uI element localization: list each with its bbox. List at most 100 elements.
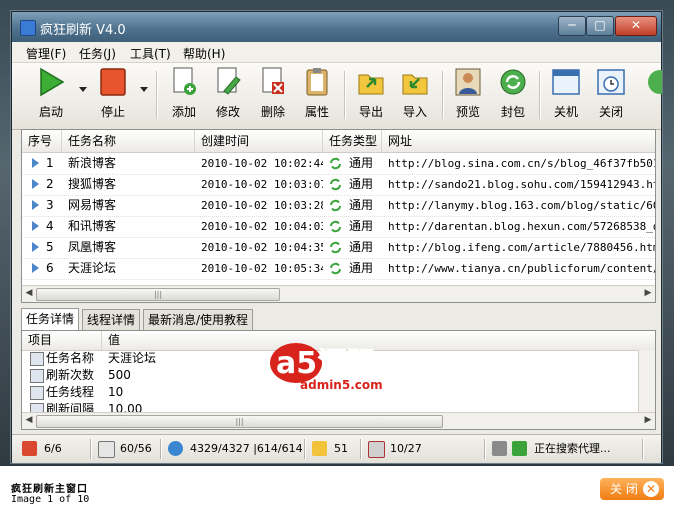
table-row[interactable]: 2 搜狐博客 2010-10-02 10:03:07 通用 http://sando21… (22, 174, 655, 196)
start-dropdown-icon[interactable] (79, 87, 87, 92)
scroll-left-icon[interactable]: ◀ (24, 288, 34, 299)
column-header-type[interactable]: 任务类型 (323, 130, 382, 152)
shutdown-button[interactable]: 关机 (546, 67, 586, 123)
task-name: 新浪博客 (68, 156, 117, 170)
close-task-button[interactable]: 关闭 (591, 67, 631, 123)
menu-manage[interactable]: 管理(F) (26, 45, 66, 62)
status-divider (642, 439, 644, 459)
start-button[interactable]: 启动 (31, 67, 71, 123)
column-header-no[interactable]: 序号 (22, 130, 62, 152)
trash-icon (492, 441, 507, 456)
tab-thread-details[interactable]: 线程详情 (82, 309, 141, 330)
task-table-hscrollbar[interactable]: ◀ ||| ▶ (22, 285, 655, 302)
column-header-url[interactable]: 网址 (382, 130, 655, 152)
task-no: 3 (46, 198, 54, 212)
task-created-time: 2010-10-02 10:03:07 (201, 178, 323, 191)
task-no: 1 (46, 156, 54, 170)
tab-task-details[interactable]: 任务详情 (21, 308, 80, 331)
title-bar[interactable]: 疯狂刷新 V4.0 ─ □ ✕ (12, 12, 661, 42)
scroll-left-icon[interactable]: ◀ (24, 415, 34, 426)
task-arrow-icon (32, 200, 39, 210)
task-type: 通用 (349, 156, 374, 170)
task-table-header: 序号 任务名称 创建时间 任务类型 网址 (22, 130, 655, 153)
shutdown-window-icon (552, 69, 580, 95)
table-row[interactable]: 5 凤凰博客 2010-10-02 10:04:35 通用 http://blog.if… (22, 237, 655, 259)
task-arrow-icon (32, 221, 39, 231)
more-toolbar-button[interactable] (642, 67, 662, 123)
export-button[interactable]: 导出 (351, 67, 391, 123)
task-created-time: 2010-10-02 10:03:28 (201, 199, 323, 212)
toolbar: 启动 停止 添加 修改 删除 属性 导出 导入 预览 封包 关机 关闭 (12, 63, 662, 130)
gallery-close-button[interactable]: 关 闭 ✕ (600, 478, 664, 500)
add-button[interactable]: 添加 (164, 67, 204, 123)
task-created-time: 2010-10-02 10:02:44 (201, 157, 323, 170)
task-type-cell: 通用 (329, 174, 382, 195)
status-divider (304, 439, 306, 459)
column-header-name[interactable]: 任务名称 (62, 130, 195, 152)
scroll-thumb[interactable]: ||| (36, 288, 280, 301)
task-url: http://darentan.blog.hexun.com/57268538_… (388, 220, 655, 233)
close-window-button[interactable]: ✕ (615, 16, 657, 36)
task-arrow-icon (32, 158, 39, 168)
delete-button[interactable]: 删除 (253, 67, 293, 123)
package-button[interactable]: 封包 (493, 67, 533, 123)
table-row[interactable]: 1 新浪博客 2010-10-02 10:02:44 通用 http://blog.si… (22, 153, 655, 175)
export-folder-icon (358, 74, 384, 95)
import-button[interactable]: 导入 (395, 67, 435, 123)
properties-button[interactable]: 属性 (297, 67, 337, 123)
task-no: 6 (46, 261, 54, 275)
detail-value: 天涯论坛 (108, 351, 157, 365)
menu-help[interactable]: 帮助(H) (183, 45, 225, 62)
task-no: 4 (46, 219, 54, 233)
scroll-right-icon[interactable]: ▶ (643, 288, 653, 299)
menu-task[interactable]: 任务(J) (79, 45, 116, 62)
menu-tools[interactable]: 工具(T) (130, 45, 171, 62)
clipboard-status-icon (98, 441, 115, 458)
status-bar: 6/6 60/56 4329/4327 |614/614 51 10/27 正在… (12, 434, 661, 463)
tab-latest-news[interactable]: 最新消息/使用教程 (143, 309, 254, 330)
detail-vscrollbar[interactable] (638, 350, 655, 413)
task-url: http://www.tianya.cn/publicforum/content… (388, 262, 655, 275)
column-header-time[interactable]: 创建时间 (195, 130, 323, 152)
stop-button[interactable]: 停止 (93, 67, 133, 123)
calendar-icon (22, 441, 37, 456)
task-url: http://lanymy.blog.163.com/blog/static/6… (388, 199, 655, 212)
task-name: 天涯论坛 (68, 261, 117, 275)
edit-button[interactable]: 修改 (208, 67, 248, 123)
stop-icon (100, 68, 126, 96)
task-table: 序号 任务名称 创建时间 任务类型 网址 1 新浪博客 2010-10-02 10:… (21, 129, 656, 303)
refresh-icon (330, 199, 341, 212)
app-window: 疯狂刷新 V4.0 ─ □ ✕ 管理(F) 任务(J) 工具(T) 帮助(H) … (11, 11, 662, 463)
task-url: http://blog.sina.com.cn/s/blog_46f37fb50… (388, 157, 655, 170)
minimize-button[interactable]: ─ (558, 16, 586, 36)
task-created-time: 2010-10-02 10:04:03 (201, 220, 323, 233)
detail-item: 任务线程 (46, 385, 95, 399)
detail-value: 500 (108, 368, 131, 382)
app-icon (20, 20, 36, 36)
task-name: 搜狐博客 (68, 177, 117, 191)
globe-icon (168, 441, 183, 456)
detail-header-item[interactable]: 项目 (22, 331, 102, 350)
scroll-right-icon[interactable]: ▶ (643, 415, 653, 426)
refresh-icon (330, 262, 341, 275)
task-name: 和讯博客 (68, 219, 117, 233)
status-divider (360, 439, 362, 459)
pill-icon (368, 441, 385, 458)
detail-value: 10 (108, 385, 124, 399)
watermark-brand: a5源码 (276, 346, 377, 381)
delete-document-icon (262, 67, 284, 94)
stop-dropdown-icon[interactable] (140, 87, 148, 92)
task-arrow-icon (32, 179, 39, 189)
task-type: 通用 (349, 261, 374, 275)
scroll-thumb[interactable]: ||| (36, 415, 443, 428)
preview-button[interactable]: 预览 (448, 67, 488, 123)
table-row[interactable]: 6 天涯论坛 2010-10-02 10:05:34 通用 http://www.tia… (22, 258, 655, 280)
table-row[interactable]: 3 网易博客 2010-10-02 10:03:28 通用 http://lanymy.… (22, 195, 655, 217)
table-row[interactable]: 4 和讯博客 2010-10-02 10:04:03 通用 http://darenta… (22, 216, 655, 238)
maximize-button[interactable]: □ (586, 16, 614, 36)
play-icon (40, 67, 65, 97)
detail-hscrollbar[interactable]: ◀ ||| ▶ (22, 412, 655, 429)
image-caption: 疯狂刷新主窗口 (11, 484, 88, 495)
task-arrow-icon (32, 263, 39, 273)
task-no: 2 (46, 177, 54, 191)
